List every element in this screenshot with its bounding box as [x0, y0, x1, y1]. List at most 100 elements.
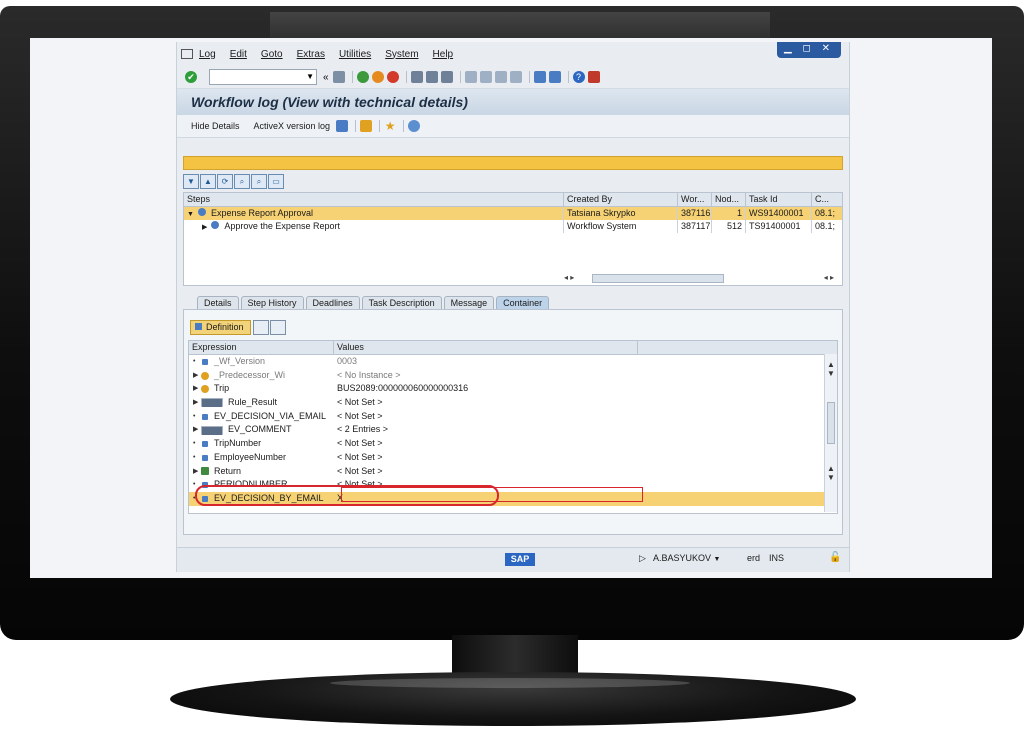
menu-bar: Log Edit Goto Extras Utilities System He…: [177, 42, 849, 66]
container-row[interactable]: ▶ Rule_Result < Not Set >: [189, 396, 837, 410]
exit-icon[interactable]: [371, 71, 384, 83]
step-icon: [211, 221, 220, 229]
menu-extras[interactable]: Extras: [297, 49, 325, 60]
first-page-icon[interactable]: [464, 71, 477, 83]
user-dropdown[interactable]: A.BASYUKOV ▼: [653, 553, 720, 563]
input-mode[interactable]: INS: [769, 553, 784, 563]
next-page-icon[interactable]: [494, 71, 507, 83]
sap-logo: SAP: [505, 553, 535, 566]
column-created-by[interactable]: Created By: [564, 193, 678, 206]
menu-edit[interactable]: Edit: [230, 49, 247, 60]
expand-triangle-icon[interactable]: ▶: [193, 369, 201, 383]
expand-triangle-icon[interactable]: ▶: [193, 396, 201, 410]
shortcut-icon[interactable]: [548, 71, 561, 83]
activex-version-log-button[interactable]: ActiveX version log: [254, 121, 331, 131]
expand-triangle-icon[interactable]: ▶: [193, 382, 201, 396]
new-session-icon[interactable]: [533, 71, 546, 83]
hide-details-button[interactable]: Hide Details: [191, 121, 240, 131]
tab-details[interactable]: Details: [197, 296, 239, 310]
menu-help[interactable]: Help: [433, 49, 454, 60]
cancel-icon[interactable]: [386, 71, 399, 83]
container-row[interactable]: • EV_DECISION_VIA_EMAIL < Not Set >: [189, 410, 837, 424]
horizontal-scrollbar[interactable]: ◂ ▸ ◂ ▸: [564, 273, 840, 283]
container-row[interactable]: ▶ Trip BUS2089:000000060000000316: [189, 382, 837, 396]
system-name: erd: [747, 553, 761, 563]
scroll-down-icon[interactable]: ▼: [825, 473, 837, 482]
container-row[interactable]: ▶ Return < Not Set >: [189, 465, 837, 479]
change-icon[interactable]: [252, 319, 269, 335]
collapsed-triangle-icon[interactable]: ▶: [202, 224, 207, 231]
find-tree-icon[interactable]: ⌕: [234, 174, 250, 189]
find-icon[interactable]: [425, 71, 438, 83]
star-icon[interactable]: ★: [384, 120, 396, 132]
scroll-down-icon[interactable]: ▼: [825, 369, 837, 378]
scroll-left-icon[interactable]: ◂ ▸: [564, 273, 574, 282]
definition-button[interactable]: Definition: [190, 319, 251, 335]
lock-icon[interactable]: 🔓: [829, 552, 841, 563]
scroll-up-icon[interactable]: ▲: [825, 360, 837, 369]
expand-icon[interactable]: ▼: [183, 174, 199, 189]
container-row[interactable]: • _Wf_Version 0003: [189, 355, 837, 369]
help-icon[interactable]: ?: [572, 71, 585, 83]
table-row[interactable]: ▼ Expense Report Approval Tatsiana Skrypk…: [184, 207, 842, 220]
refresh-tree-icon[interactable]: ⟳: [217, 174, 233, 189]
scroll-thumb[interactable]: [827, 402, 835, 444]
tab-message[interactable]: Message: [443, 296, 495, 310]
previous-page-icon[interactable]: [479, 71, 492, 83]
column-work-item[interactable]: Wor...: [678, 193, 712, 206]
status-triangle-icon[interactable]: ▷: [639, 553, 646, 564]
container-table: Expression Values • _Wf_Version 0003 ▶ _Pred…: [188, 340, 838, 514]
menu-icon[interactable]: [181, 49, 193, 59]
container-row[interactable]: • TripNumber < Not Set >: [189, 437, 837, 451]
collapse-icon[interactable]: ▲: [200, 174, 216, 189]
expanded-triangle-icon[interactable]: ▼: [187, 211, 194, 218]
toolbar-separator: [405, 71, 407, 83]
command-field[interactable]: ▼: [209, 69, 317, 85]
expression-cell: ▶ _Predecessor_Wi: [189, 369, 334, 383]
node-cell: 512: [712, 220, 746, 233]
menu-utilities[interactable]: Utilities: [339, 49, 371, 60]
table-row[interactable]: ▶ Approve the Expense Report Workflow Sys…: [184, 220, 842, 233]
tab-deadlines[interactable]: Deadlines: [305, 296, 360, 310]
back-nav-icon[interactable]: [356, 71, 369, 83]
toolbar-separator: [459, 71, 461, 83]
container-row[interactable]: • EmployeeNumber < Not Set >: [189, 451, 837, 465]
vertical-scrollbar[interactable]: ▲ ▼ ▲ ▼: [824, 354, 837, 512]
find-next-tree-icon[interactable]: ⌕: [251, 174, 267, 189]
refresh-icon[interactable]: [408, 120, 421, 132]
menu-goto[interactable]: Goto: [261, 49, 283, 60]
object-icon: [201, 371, 209, 380]
tab-task-description[interactable]: Task Description: [361, 296, 442, 310]
container-row[interactable]: ▶ _Predecessor_Wi < No Instance >: [189, 369, 837, 383]
display-icon[interactable]: [269, 319, 286, 335]
customize-layout-icon[interactable]: [587, 71, 600, 83]
scroll-thumb[interactable]: [592, 274, 724, 283]
back-icon[interactable]: «: [323, 72, 329, 83]
bullet-icon: •: [193, 358, 196, 365]
expand-triangle-icon[interactable]: ▶: [193, 465, 201, 479]
chevron-down-icon[interactable]: ▼: [306, 70, 314, 84]
tab-step-history[interactable]: Step History: [240, 296, 304, 310]
enter-check-icon[interactable]: ✔: [185, 71, 197, 83]
find-next-icon[interactable]: [440, 71, 453, 83]
print-icon[interactable]: [410, 71, 423, 83]
tab-container[interactable]: Container: [496, 296, 550, 310]
last-page-icon[interactable]: [509, 71, 522, 83]
scroll-right-icon[interactable]: ◂ ▸: [824, 273, 834, 282]
scroll-up-icon[interactable]: ▲: [825, 464, 837, 473]
column-expression[interactable]: Expression: [189, 341, 334, 354]
column-task-id[interactable]: Task Id: [746, 193, 812, 206]
column-steps[interactable]: Steps: [184, 193, 564, 206]
column-c[interactable]: C...: [812, 193, 842, 206]
column-node[interactable]: Nod...: [712, 193, 746, 206]
print-tree-icon[interactable]: ▭: [268, 174, 284, 189]
graphic-icon[interactable]: [336, 120, 349, 132]
agents-icon[interactable]: [360, 120, 373, 132]
menu-system[interactable]: System: [385, 49, 418, 60]
container-row[interactable]: ▶ EV_COMMENT < 2 Entries >: [189, 423, 837, 437]
window-controls[interactable]: ▁ ◻ ✕: [777, 42, 841, 58]
save-icon[interactable]: [332, 71, 345, 83]
expand-triangle-icon[interactable]: ▶: [193, 423, 201, 437]
menu-log[interactable]: Log: [199, 49, 216, 60]
column-values[interactable]: Values: [334, 341, 638, 354]
